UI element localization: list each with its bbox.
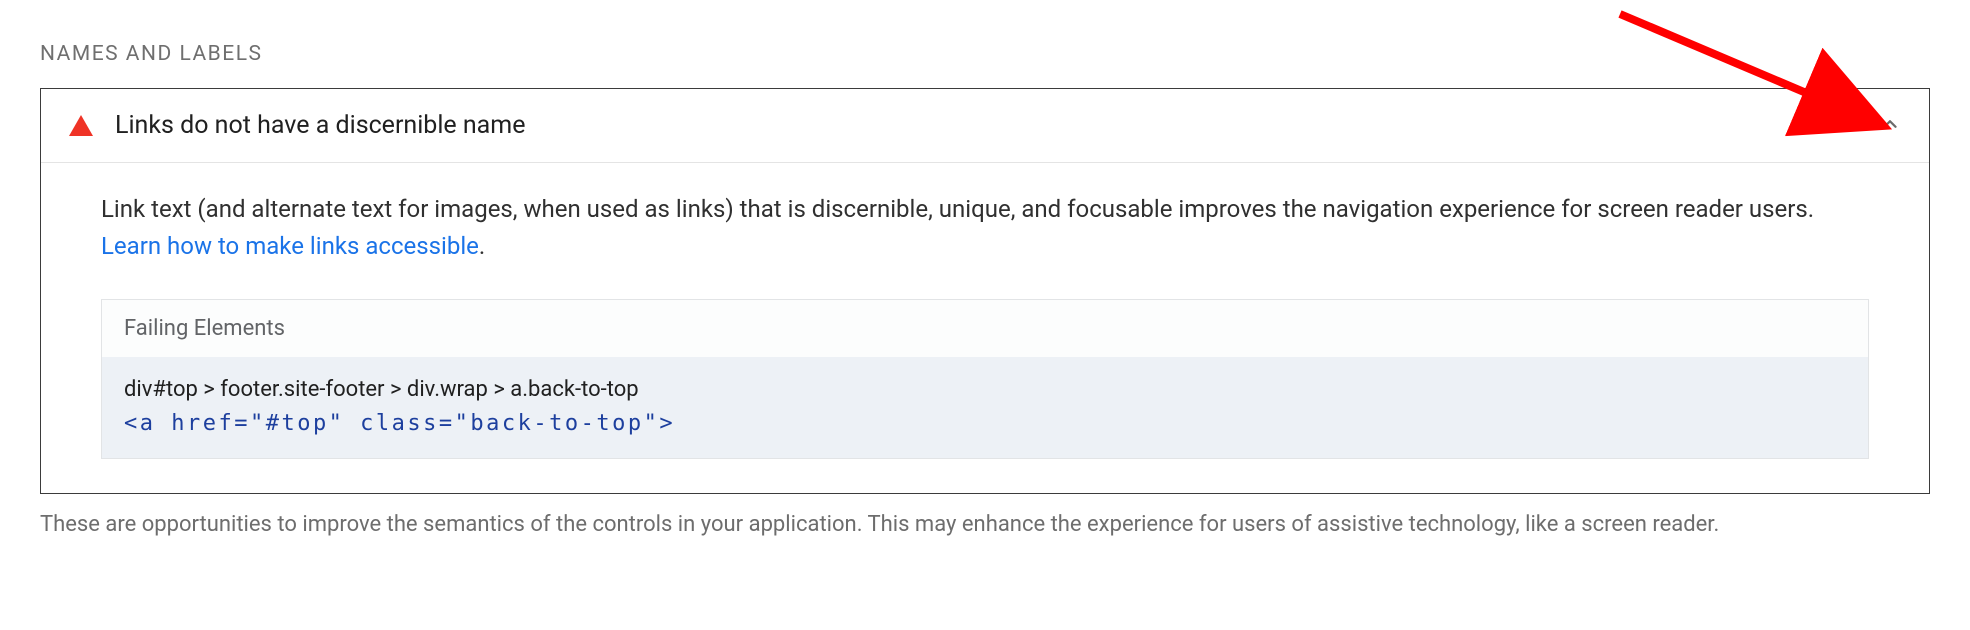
error-triangle-icon	[69, 115, 93, 136]
audit-description-text: Link text (and alternate text for images…	[101, 195, 1814, 223]
chevron-up-icon[interactable]	[1879, 113, 1901, 139]
failing-elements-label: Failing Elements	[102, 300, 1868, 357]
audit-description: Link text (and alternate text for images…	[101, 191, 1869, 265]
selector-path: div#top > footer.site-footer > div.wrap …	[124, 373, 1846, 407]
period: .	[479, 232, 485, 260]
section-footnote: These are opportunities to improve the s…	[40, 494, 1930, 541]
section-heading: NAMES AND LABELS	[40, 0, 1930, 88]
audit-card: Links do not have a discernible name Lin…	[40, 88, 1930, 494]
element-snippet: <a href="#top" class="back-to-top">	[124, 407, 1846, 441]
learn-more-link[interactable]: Learn how to make links accessible	[101, 232, 479, 260]
failing-element-row: div#top > footer.site-footer > div.wrap …	[102, 357, 1868, 457]
failing-elements-block: Failing Elements div#top > footer.site-f…	[101, 299, 1869, 458]
audit-header[interactable]: Links do not have a discernible name	[41, 89, 1929, 163]
audit-title: Links do not have a discernible name	[115, 111, 1879, 140]
audit-body: Link text (and alternate text for images…	[41, 163, 1929, 493]
